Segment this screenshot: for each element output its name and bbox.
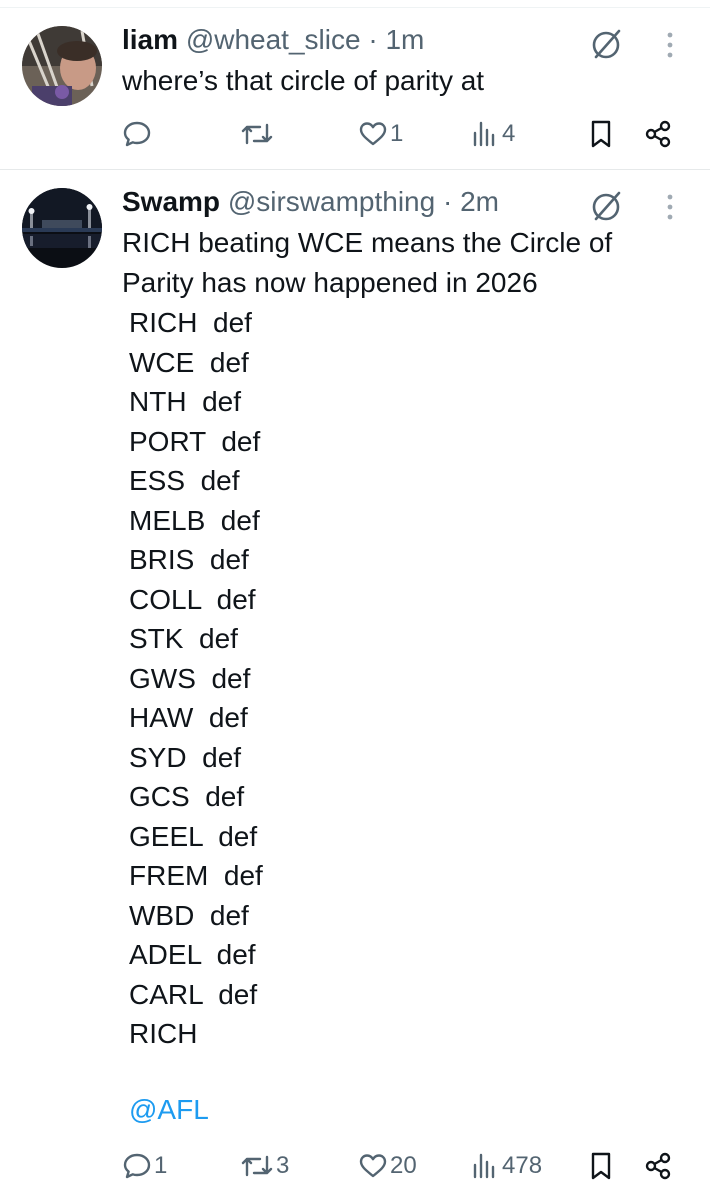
more-icon[interactable] xyxy=(660,192,680,222)
reply-count: 1 xyxy=(154,1152,168,1179)
bookmark-button[interactable] xyxy=(588,116,614,152)
list-item: WBD def xyxy=(129,899,249,931)
like-button[interactable]: 1 xyxy=(358,116,403,152)
share-icon xyxy=(645,1152,671,1180)
user-handle[interactable]: @wheat_slice xyxy=(186,24,361,55)
reply-button[interactable] xyxy=(122,116,154,152)
avatar[interactable] xyxy=(22,26,102,106)
like-count: 20 xyxy=(390,1152,417,1179)
like-count: 1 xyxy=(390,120,404,147)
tweet-2[interactable]: Swamp @sirswampthing · 2m RICH beating W… xyxy=(0,170,710,1200)
share-button[interactable] xyxy=(643,1148,673,1184)
separator-dot: · xyxy=(442,186,453,217)
list-item: SYD def xyxy=(129,741,242,773)
tweet-text-line: RICH beating WCE means the Circle of xyxy=(122,227,613,258)
views-count: 4 xyxy=(502,120,516,147)
list-item: BRIS def xyxy=(129,544,249,575)
tweet-text: where’s that circle of parity at xyxy=(122,65,485,96)
list-item: WCE def xyxy=(129,346,249,378)
tweet-text: RICH beating WCE means the Circle of Pari… xyxy=(122,223,612,302)
grok-icon[interactable] xyxy=(588,26,624,62)
views-count: 478 xyxy=(502,1152,543,1179)
reply-icon xyxy=(123,121,151,147)
timestamp[interactable]: 2m xyxy=(460,186,499,217)
views-icon xyxy=(473,121,495,147)
display-name[interactable]: Swamp xyxy=(122,186,220,217)
avatar[interactable] xyxy=(22,188,102,268)
bookmark-icon xyxy=(591,120,611,148)
list-item: RICH xyxy=(129,1018,198,1049)
list-item: PORT def xyxy=(129,425,261,457)
repost-icon xyxy=(241,1155,273,1177)
user-handle[interactable]: @sirswampthing xyxy=(228,186,435,217)
list-item: FREM def xyxy=(129,860,263,891)
like-icon xyxy=(359,122,387,146)
views-button[interactable]: 4 xyxy=(470,116,515,152)
team-list: RICH def WCE def NTH def PORT def ESS de… xyxy=(129,303,263,1054)
mention-link[interactable]: @AFL xyxy=(129,1092,209,1128)
list-item: ESS def xyxy=(129,465,240,496)
repost-button[interactable] xyxy=(240,116,276,152)
tweet-header: Swamp @sirswampthing · 2m xyxy=(122,184,499,220)
tweet-1[interactable]: liam @wheat_slice · 1m where’s that circ… xyxy=(0,8,710,169)
list-item: GEEL def xyxy=(129,820,258,852)
list-item: COLL def xyxy=(129,583,256,615)
reply-icon xyxy=(123,1153,151,1179)
list-item: NTH def xyxy=(129,386,242,417)
separator-dot: · xyxy=(368,24,378,55)
list-item: MELB def xyxy=(129,504,260,536)
views-icon xyxy=(473,1153,495,1179)
display-name[interactable]: liam xyxy=(122,24,178,55)
more-icon[interactable] xyxy=(660,30,680,60)
views-button[interactable]: 478 xyxy=(470,1148,542,1184)
list-item: ADEL def xyxy=(129,939,256,970)
reply-button[interactable]: 1 xyxy=(122,1148,167,1184)
list-item: CARL def xyxy=(129,978,258,1010)
grok-icon[interactable] xyxy=(588,188,624,224)
repost-count: 3 xyxy=(276,1152,290,1179)
timestamp[interactable]: 1m xyxy=(385,24,424,55)
tweet-text-line: Parity has now happened in 2026 xyxy=(122,266,538,298)
tweet-header: liam @wheat_slice · 1m xyxy=(122,22,424,58)
bookmark-button[interactable] xyxy=(588,1148,614,1184)
list-item: RICH def xyxy=(129,307,252,338)
bookmark-icon xyxy=(591,1152,611,1180)
like-icon xyxy=(359,1154,387,1178)
share-icon xyxy=(645,120,671,148)
list-item: HAW def xyxy=(129,702,248,733)
like-button[interactable]: 20 xyxy=(358,1148,417,1184)
share-button[interactable] xyxy=(643,116,673,152)
list-item: GWS def xyxy=(129,662,251,694)
list-item: GCS def xyxy=(129,781,245,812)
repost-icon xyxy=(241,123,273,145)
repost-button[interactable]: 3 xyxy=(240,1148,289,1184)
list-item: STK def xyxy=(129,623,238,654)
